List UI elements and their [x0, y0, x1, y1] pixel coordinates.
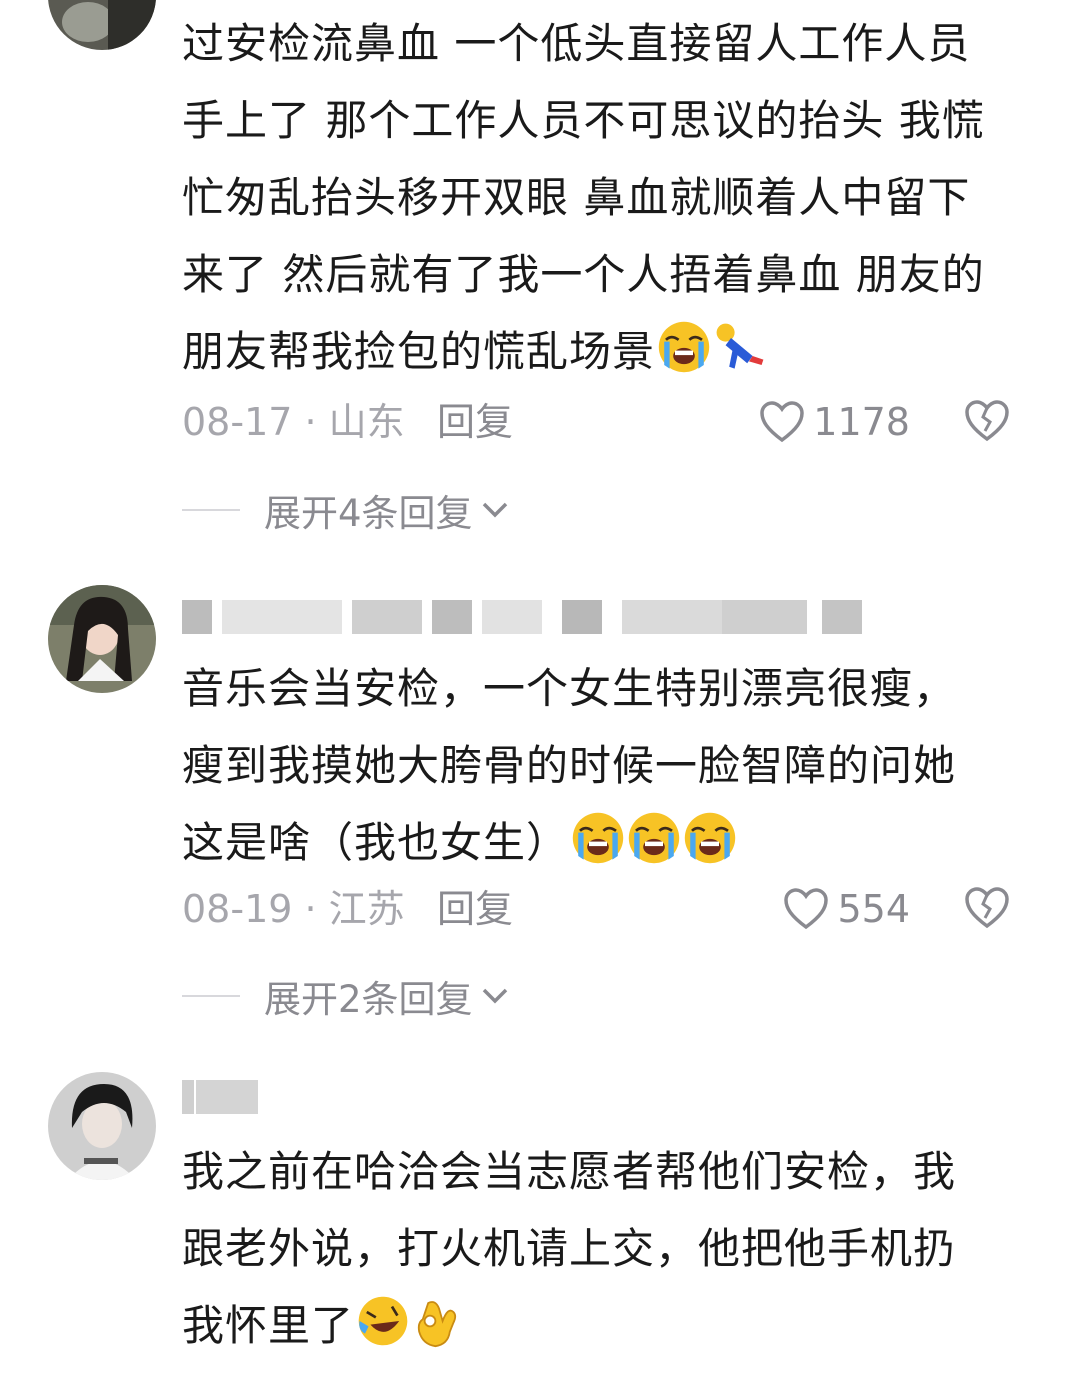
like-button[interactable]: 1178 — [759, 397, 910, 447]
divider-dash — [182, 995, 240, 997]
rolling-laughing-emoji — [356, 1294, 410, 1348]
loudly-crying-emoji — [657, 320, 711, 374]
loudly-crying-emoji — [683, 811, 737, 865]
comment-text: 我之前在哈洽会当志愿者帮他们安检，我 跟老外说，打火机请上交，他把他手机扔 我怀… — [182, 1133, 1042, 1364]
username-blurred[interactable] — [182, 600, 862, 634]
date-location: 08-19 · 江苏 — [182, 887, 405, 931]
broken-heart-icon — [965, 887, 1009, 929]
loudly-crying-emoji — [627, 811, 681, 865]
divider-dash — [182, 509, 240, 511]
heart-outline-icon — [760, 401, 805, 443]
broken-heart-icon — [965, 400, 1009, 442]
comment-meta: 08-19 · 江苏 回复 554 — [182, 884, 1010, 934]
avatar[interactable] — [48, 0, 156, 50]
ok-hand-emoji — [412, 1294, 466, 1348]
date-location: 08-17 · 山东 — [182, 400, 405, 444]
loudly-crying-emoji — [571, 811, 625, 865]
like-count: 554 — [837, 887, 910, 931]
expand-replies-button[interactable]: 展开2条回复 — [182, 971, 509, 1021]
username-blurred[interactable] — [182, 1080, 262, 1114]
dislike-button[interactable] — [964, 399, 1010, 455]
chevron-down-icon — [482, 502, 507, 518]
comment-text: 过安检流鼻血 一个低头直接留人工作人员 手上了 那个工作人员不可思议的抬头 我慌… — [182, 19, 985, 376]
reply-button[interactable]: 回复 — [437, 397, 513, 447]
avatar[interactable] — [48, 585, 156, 693]
reply-button[interactable]: 回复 — [437, 884, 513, 934]
dislike-button[interactable] — [964, 886, 1010, 942]
comment-meta: 08-17 · 山东 回复 1178 — [182, 397, 1010, 447]
like-button[interactable]: 554 — [783, 884, 910, 934]
expand-replies-button[interactable]: 展开4条回复 — [182, 485, 509, 535]
avatar[interactable] — [48, 1072, 156, 1180]
falling-person-emoji — [713, 320, 767, 374]
heart-outline-icon — [784, 888, 829, 930]
like-count: 1178 — [813, 400, 910, 444]
comment-text: 音乐会当安检，一个女生特别漂亮很瘦， 瘦到我摸她大胯骨的时候一脸智障的问她 这是… — [182, 664, 957, 867]
chevron-down-icon — [482, 988, 507, 1004]
